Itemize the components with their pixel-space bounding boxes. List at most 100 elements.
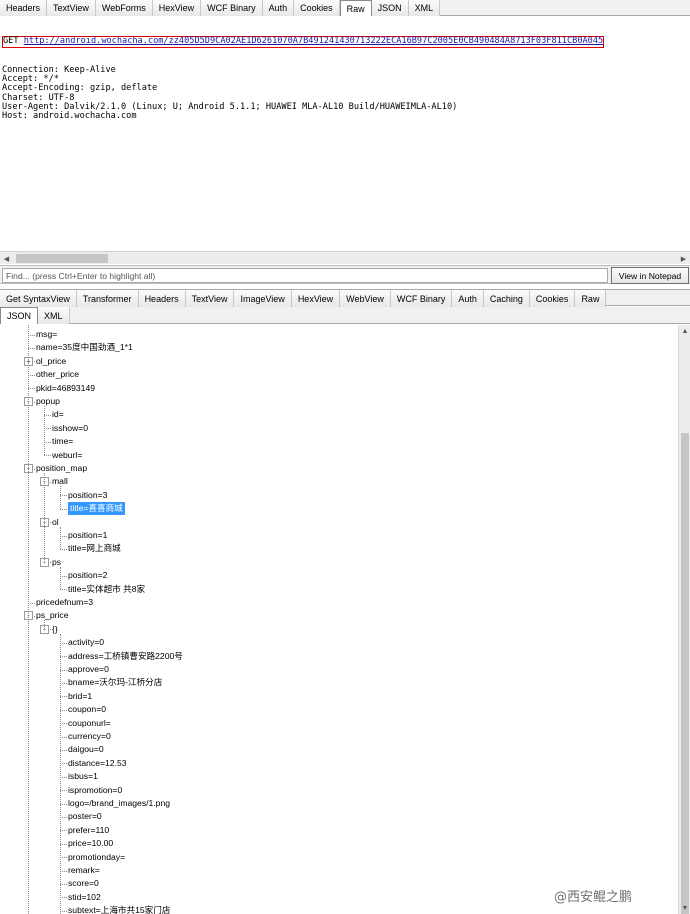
tree-node[interactable]: title=网上商城 [68,542,121,555]
tree-node[interactable]: isshow=0 [52,422,88,435]
scroll-left-icon[interactable]: ◀ [0,252,13,265]
tree-node[interactable]: price=10.00 [68,837,113,850]
tree-node[interactable]: pricedefnum=3 [36,596,93,609]
vertical-scroll-thumb[interactable] [681,433,689,914]
response-format-tabs: JSON XML [0,307,690,324]
request-method: GET [3,36,19,47]
response-tab-cookies[interactable]: Cookies [529,290,576,307]
tree-node[interactable]: currency=0 [68,730,111,743]
tree-node[interactable]: title=喜喜商城 [68,502,125,516]
request-headers: Connection: Keep-Alive Accept: */* Accept-… [2,65,688,121]
horizontal-scroll-thumb[interactable] [16,254,108,263]
tree-node[interactable]: bname=沃尔玛-江桥分店 [68,676,162,689]
response-tab-caching[interactable]: Caching [483,290,530,307]
response-tab-get-syntaxview[interactable]: Get SyntaxView [0,290,77,307]
format-tab-json[interactable]: JSON [0,307,39,324]
request-header-line: Connection: Keep-Alive [2,65,116,76]
tree-node[interactable]: prefer=110 [68,824,109,837]
tree-connector [60,830,67,832]
request-url-link[interactable]: http://android.wochacha.com/zz405D5D9CA0… [24,36,603,46]
json-tree-view[interactable]: msg= name=35度中国劲酒_1*1 + ol_price other_price… [0,325,678,914]
tree-node[interactable]: address=工桥镇曹安路2200号 [68,650,183,663]
scroll-down-icon[interactable]: ▼ [679,902,690,914]
scroll-up-icon[interactable]: ▲ [679,325,690,337]
tab-headers[interactable]: Headers [0,0,48,16]
tree-connector [28,602,35,604]
tree-node[interactable]: activity=0 [68,636,104,649]
tree-node[interactable]: brid=1 [68,690,92,703]
tab-webforms[interactable]: WebForms [95,0,153,16]
tab-textview[interactable]: TextView [47,0,96,16]
tab-cookies[interactable]: Cookies [294,0,340,16]
tree-connector [60,816,67,818]
tree-node[interactable]: remark= [68,864,100,877]
tree-node[interactable]: weburl= [52,449,82,462]
tree-node[interactable]: pkid=46893149 [36,382,95,395]
tree-connector [60,709,67,711]
response-tab-transformer[interactable]: Transformer [76,290,139,307]
request-inspector-tabs: Headers TextView WebForms HexView WCF Binary… [0,0,690,16]
find-input[interactable]: Find... (press Ctrl+Enter to highlight a… [2,268,608,283]
tree-connector [60,776,67,778]
tree-node[interactable]: position=1 [68,529,107,542]
tree-connector [60,723,67,725]
tree-node[interactable]: ispromotion=0 [68,784,122,797]
tree-node[interactable]: promotionday= [68,851,125,864]
tree-node[interactable]: position=2 [68,569,107,582]
tab-auth[interactable]: Auth [262,0,295,16]
vertical-scrollbar[interactable]: ▲ ▼ [678,325,690,914]
tree-connector [60,870,67,872]
tree-node[interactable]: logo=/brand_images/1.png [68,797,170,810]
tab-hexview[interactable]: HexView [152,0,202,16]
tree-connector [60,575,67,577]
tree-node[interactable]: approve=0 [68,663,109,676]
tree-guide-line [60,526,61,549]
tree-node[interactable]: popup [36,395,60,408]
tree-node[interactable]: name=35度中国劲酒_1*1 [36,341,133,354]
tree-node[interactable]: score=0 [68,877,99,890]
tree-node[interactable]: msg= [36,328,57,341]
view-in-notepad-button[interactable]: View in Notepad [611,267,689,284]
tab-json[interactable]: JSON [371,0,409,16]
tab-wcf-binary[interactable]: WCF Binary [201,0,263,16]
tree-node[interactable]: subtext=上海市共15家门店 [68,904,170,914]
tree-node[interactable]: ps_price [36,609,68,622]
tree-node[interactable]: time= [52,435,73,448]
tree-node[interactable]: ol_price [36,355,66,368]
tree-connector [60,589,67,591]
scroll-right-icon[interactable]: ▶ [677,252,690,265]
tree-node[interactable]: stid=102 [68,891,101,904]
tree-node[interactable]: id= [52,408,64,421]
response-tab-hexview[interactable]: HexView [291,290,341,307]
tree-connector [60,749,67,751]
response-tab-webview[interactable]: WebView [340,290,391,307]
tree-node[interactable]: distance=12.53 [68,757,127,770]
tree-node[interactable]: isbus=1 [68,770,98,783]
tree-node[interactable]: coupon=0 [68,703,106,716]
response-inspector-tabs: Get SyntaxView Transformer Headers TextView… [0,289,690,307]
tree-node[interactable]: poster=0 [68,810,102,823]
tree-connector [60,535,67,537]
tree-node[interactable]: ol [52,516,59,529]
tree-node[interactable]: other_price [36,368,79,381]
tree-guide-line [60,633,61,914]
tree-connector [60,843,67,845]
tab-xml[interactable]: XML [408,0,441,16]
tree-node[interactable]: position=3 [68,489,107,502]
response-tab-headers[interactable]: Headers [138,290,186,307]
tree-node[interactable]: title=实体超市 共8家 [68,583,145,596]
response-tab-textview[interactable]: TextView [185,290,235,307]
response-tab-wcf-binary[interactable]: WCF Binary [390,290,453,307]
response-tab-imageview[interactable]: ImageView [234,290,292,307]
horizontal-scrollbar[interactable]: ◀ ▶ [0,251,690,264]
tree-node[interactable]: {} [52,623,58,636]
tree-connector [60,790,67,792]
tree-connector [28,334,35,336]
tab-raw[interactable]: Raw [339,0,372,16]
response-tab-auth[interactable]: Auth [452,290,484,307]
format-tab-xml[interactable]: XML [38,307,70,324]
raw-request-pane[interactable]: GET http://android.wochacha.com/zz405D5D… [0,17,690,250]
response-tab-raw[interactable]: Raw [575,290,607,307]
tree-node[interactable]: daigou=0 [68,743,104,756]
tree-node[interactable]: couponurl= [68,717,111,730]
